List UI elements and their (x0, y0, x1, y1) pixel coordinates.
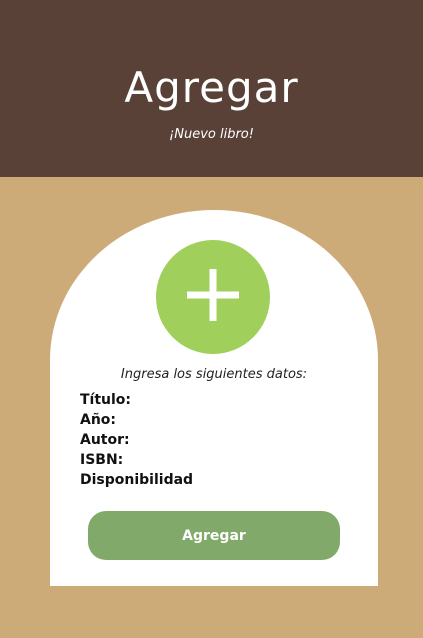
page-header: Agregar ¡Nuevo libro! (0, 0, 423, 177)
form-instructions: Ingresa los siguientes datos: (120, 367, 308, 382)
book-fields-list: Título: Año: Autor: ISBN: Disponibilidad (80, 390, 193, 490)
field-label-isbn: ISBN: (80, 452, 124, 468)
field-label-year: Año: (80, 412, 117, 428)
plus-icon (187, 269, 239, 321)
page-subtitle: ¡Nuevo libro! (169, 127, 254, 142)
page-title: Agregar (124, 63, 299, 112)
field-label-title: Título: (80, 392, 132, 408)
add-book-button[interactable]: Agregar (88, 511, 340, 560)
add-book-icon-circle[interactable] (156, 240, 270, 354)
field-label-author: Autor: (80, 432, 130, 448)
field-label-availability: Disponibilidad (80, 472, 194, 488)
